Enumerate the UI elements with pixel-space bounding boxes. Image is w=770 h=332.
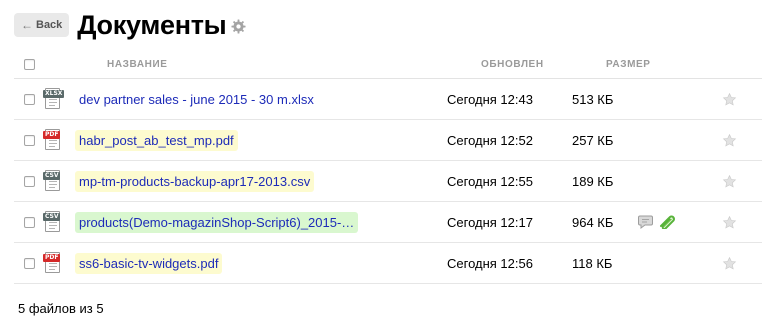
size-cell: 964 КБ	[572, 214, 614, 230]
file-type-tag: CSV	[43, 172, 61, 180]
star-icon[interactable]	[722, 215, 742, 230]
back-button[interactable]: ← Back	[14, 13, 70, 37]
file-name-cell: habr_post_ab_test_mp.pdf	[75, 129, 447, 151]
attachment-icon[interactable]	[658, 215, 676, 229]
row-checkbox[interactable]	[24, 134, 35, 146]
back-button-label: Back	[36, 19, 63, 31]
file-count: 5 файлов из 5	[18, 301, 104, 316]
pdf-file-icon: PDF	[43, 251, 61, 275]
updated-cell: Сегодня 12:56	[447, 255, 533, 271]
row-checkbox[interactable]	[24, 216, 35, 228]
table-row[interactable]: PDF habr_post_ab_test_mp.pdf Сегодня 12:52…	[14, 120, 762, 161]
star-icon[interactable]	[722, 133, 742, 148]
page-title: Документы	[77, 9, 227, 40]
file-name-link[interactable]: mp-tm-products-backup-apr17-2013.csv	[75, 170, 315, 192]
size-cell: 513 КБ	[572, 91, 614, 107]
file-type-tag: XLSX	[43, 90, 65, 98]
file-name-cell: mp-tm-products-backup-apr17-2013.csv	[75, 170, 447, 192]
updated-cell: Сегодня 12:43	[447, 91, 533, 107]
csv-file-icon: CSV	[43, 169, 61, 193]
pdf-file-icon: PDF	[43, 128, 61, 152]
csv-file-icon: CSV	[43, 210, 61, 234]
table-row[interactable]: CSV products(Demo-magazinShop-Script6)_20…	[14, 202, 762, 243]
table-header: НАЗВАНИЕ ОБНОВЛЕН РАЗМЕР	[14, 50, 762, 79]
file-name-link[interactable]: products(Demo-magazinShop-Script6)_2015-…	[75, 211, 359, 233]
file-icon-cell: PDF	[43, 251, 75, 275]
file-name-cell: dev partner sales - june 2015 - 30 m.xls…	[75, 89, 447, 110]
table-row[interactable]: PDF ss6-basic-tv-widgets.pdf Сегодня 12:56…	[14, 243, 762, 284]
star-icon[interactable]	[722, 256, 742, 271]
column-header-updated[interactable]: ОБНОВЛЕН	[481, 59, 606, 70]
file-name-link[interactable]: habr_post_ab_test_mp.pdf	[75, 129, 238, 151]
column-header-name[interactable]: НАЗВАНИЕ	[107, 59, 481, 70]
updated-cell: Сегодня 12:55	[447, 173, 533, 189]
file-icon-cell: CSV	[43, 169, 75, 193]
star-icon[interactable]	[722, 92, 742, 107]
comment-icon[interactable]	[638, 215, 654, 229]
extra-icons-cell	[634, 215, 722, 229]
row-checkbox[interactable]	[24, 93, 35, 105]
file-icon-cell: XLSX	[43, 87, 75, 111]
row-checkbox[interactable]	[24, 257, 35, 269]
page-header: ← Back Документы	[14, 8, 246, 42]
column-header-size[interactable]: РАЗМЕР	[606, 59, 668, 70]
star-icon[interactable]	[722, 174, 742, 189]
size-cell: 118 КБ	[572, 255, 613, 271]
file-name-cell: products(Demo-magazinShop-Script6)_2015-…	[75, 211, 447, 233]
table-row[interactable]: XLSX dev partner sales - june 2015 - 30 m…	[14, 79, 762, 120]
row-checkbox[interactable]	[24, 175, 35, 187]
file-type-tag: PDF	[43, 254, 61, 262]
table-row[interactable]: CSV mp-tm-products-backup-apr17-2013.csv С…	[14, 161, 762, 202]
updated-cell: Сегодня 12:17	[447, 214, 533, 230]
file-type-tag: PDF	[43, 131, 61, 139]
table-body: XLSX dev partner sales - june 2015 - 30 m…	[14, 79, 762, 284]
documents-table: НАЗВАНИЕ ОБНОВЛЕН РАЗМЕР XLSX dev partner…	[14, 50, 762, 284]
xlsx-file-icon: XLSX	[43, 87, 65, 111]
file-type-tag: CSV	[43, 213, 61, 221]
file-icon-cell: CSV	[43, 210, 75, 234]
select-all-checkbox[interactable]	[24, 58, 35, 70]
size-cell: 189 КБ	[572, 173, 614, 189]
left-arrow-icon: ←	[21, 18, 33, 32]
file-name-link[interactable]: dev partner sales - june 2015 - 30 m.xls…	[75, 89, 318, 110]
updated-cell: Сегодня 12:52	[447, 132, 533, 148]
file-name-link[interactable]: ss6-basic-tv-widgets.pdf	[75, 252, 223, 274]
file-name-cell: ss6-basic-tv-widgets.pdf	[75, 252, 447, 274]
size-cell: 257 КБ	[572, 132, 614, 148]
file-icon-cell: PDF	[43, 128, 75, 152]
gear-icon[interactable]	[231, 19, 246, 34]
